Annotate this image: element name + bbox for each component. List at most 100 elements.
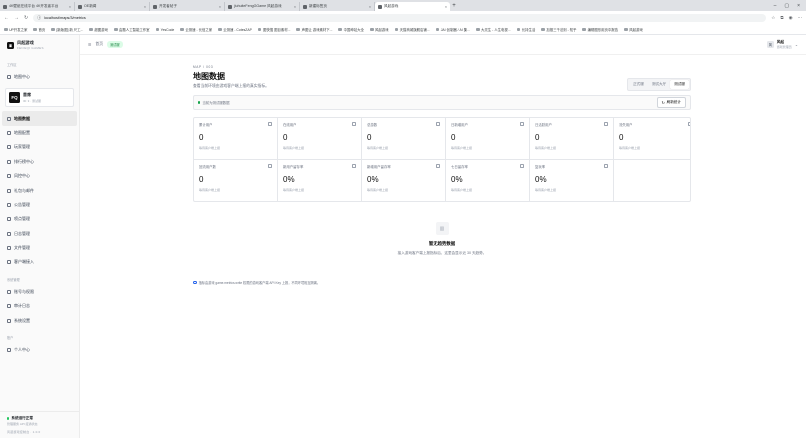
bookmark-item[interactable]: 长持生活 xyxy=(516,27,535,32)
site-info-icon[interactable]: ⓘ xyxy=(37,16,41,21)
bookmark-item[interactable]: YesCode xyxy=(155,28,174,32)
metric-label: 流失用户 xyxy=(619,123,633,127)
environment-tab[interactable]: 正式服 xyxy=(629,80,648,89)
bookmark-label: JAI 创制器 / AI 集... xyxy=(440,28,470,32)
sidebar-item[interactable]: 礼包与邮件 xyxy=(0,183,79,197)
tab-label: 4K壁纸在线平台 4K开发者平台 xyxy=(9,4,59,8)
sidebar-item[interactable]: 审计日志 xyxy=(0,299,79,313)
sidebar-item[interactable]: 地图数据 xyxy=(2,111,77,126)
bookmark-label: 风起游戏 xyxy=(629,28,643,32)
nav-icon xyxy=(7,246,11,251)
bookmark-item[interactable]: 云测速 - 长信之家 xyxy=(180,27,212,32)
bookmark-item[interactable]: 超图游戏 xyxy=(89,27,108,32)
star-icon[interactable]: ☆ xyxy=(771,15,775,21)
game-logo: FQ xyxy=(9,92,20,104)
sidebar-item[interactable]: 客户端接入 xyxy=(0,255,79,269)
bookmark-item[interactable]: 声图让 游戏素材下... xyxy=(296,27,332,32)
close-window-icon[interactable]: × xyxy=(797,3,800,9)
profile-icon[interactable]: ◉ xyxy=(789,15,793,21)
browser-toolbar-icons: ☆ ⧉ ◉ ⋯ xyxy=(771,15,802,21)
sidebar-item-map-center[interactable]: 地图中心 xyxy=(0,70,79,84)
status-dot-icon xyxy=(7,417,10,420)
reload-icon[interactable]: ↻ xyxy=(24,15,28,21)
metric-value: 0 xyxy=(199,175,204,184)
sidebar-item[interactable]: 公告管理 xyxy=(0,198,79,212)
bookmark-item[interactable]: 中国坤站大全 xyxy=(338,27,364,32)
forward-icon[interactable]: → xyxy=(14,15,19,21)
tab-favicon-icon xyxy=(303,4,307,9)
sidebar-item-label: 地图配置 xyxy=(14,129,30,135)
user-menu[interactable]: 风 风起 游戏管理员 ⌄ xyxy=(766,40,798,49)
bookmark-favicon-icon xyxy=(394,27,399,32)
sidebar-toggle-icon[interactable]: ☰ xyxy=(88,42,91,47)
close-icon[interactable]: × xyxy=(144,5,146,9)
metric-label: 累计用户 xyxy=(199,123,213,127)
browser-tab[interactable]: jiuhuiteFengGGame 风起游戏 × xyxy=(225,2,300,11)
metric-label: 七日留存率 xyxy=(451,165,468,169)
bookmark-item[interactable]: 风起游戏 xyxy=(369,27,389,32)
bookmark-item[interactable]: 天猫商城旗舰店铺... xyxy=(394,27,430,32)
refresh-stats-button[interactable]: ↻ 刷新统计 xyxy=(656,97,686,108)
sidebar-item[interactable]: 喷点管理 xyxy=(0,212,79,226)
current-game-card[interactable]: FQ 首席 ID: 3 · 测试服 xyxy=(5,88,74,108)
sidebar-item[interactable]: 账号与权限 xyxy=(0,285,79,299)
bookmarks-bar: UP开发之家 首页 [新版图] 新 尺工... 超图游戏 由题人工智能工作室 YesCod… xyxy=(0,25,806,35)
close-icon[interactable]: × xyxy=(294,5,296,9)
browser-tab[interactable]: 开发者帖子 × xyxy=(150,2,225,11)
info-icon xyxy=(193,280,197,285)
extensions-icon[interactable]: ⧉ xyxy=(780,15,783,21)
environment-tab[interactable]: 测试服 xyxy=(670,80,689,89)
nav-icon xyxy=(7,318,11,323)
status-dot-icon xyxy=(198,101,201,104)
breadcrumb-home[interactable]: 首页 xyxy=(95,42,103,47)
menu-icon[interactable]: ⋯ xyxy=(798,15,803,21)
brand[interactable]: ⧈ 风起游戏 FENGQI GAMES xyxy=(0,35,79,55)
browser-tab-active[interactable]: 风起游戏 × xyxy=(375,2,450,11)
sidebar-item[interactable]: 系统设置 xyxy=(0,313,79,327)
close-icon[interactable]: × xyxy=(369,5,371,9)
bookmark-item[interactable]: 大灵生 - 人生电视... xyxy=(475,27,511,32)
maximize-icon[interactable]: ▢ xyxy=(784,3,789,9)
metric-subtext: 等待客户端上报 xyxy=(451,188,473,192)
sidebar: ⧈ 风起游戏 FENGQI GAMES 工作区 地图中心 FQ 首席 ID: 3… xyxy=(0,35,80,438)
bookmark-item[interactable]: 云测速 - CotesZAP xyxy=(218,27,252,32)
browser-tab[interactable]: 4K壁纸在线平台 4K开发者平台 × xyxy=(0,2,75,11)
sidebar-item[interactable]: 文件管理 xyxy=(0,241,79,255)
minimize-icon[interactable]: – xyxy=(774,3,777,9)
bookmark-item[interactable]: 图快搜 图目素材... xyxy=(257,27,290,32)
close-icon[interactable]: × xyxy=(69,5,71,9)
bookmark-item[interactable]: [新版图] 新 尺工... xyxy=(51,27,83,32)
metric-icon xyxy=(436,122,440,126)
environment-tab[interactable]: 测试大厅 xyxy=(648,80,670,89)
metric-label: 日新增用户 xyxy=(451,123,468,127)
sidebar-item[interactable]: 日志管理 xyxy=(0,227,79,241)
tab-favicon-icon xyxy=(228,4,232,9)
sidebar-item[interactable]: 地图配置 xyxy=(0,126,79,140)
browser-tab[interactable]: OE新闻 × xyxy=(75,2,150,11)
metric-card-empty xyxy=(614,160,690,201)
sidebar-item[interactable]: 玩家管理 xyxy=(0,140,79,154)
address-bar: ← → ↻ ⓘ localhost/maps/3/metrics ☆ ⧉ ◉ ⋯ xyxy=(0,11,806,25)
bookmark-item[interactable]: UP开发之家 xyxy=(4,27,27,32)
bookmark-favicon-icon xyxy=(338,27,343,32)
bookmark-item[interactable]: 编辑图形用页中报告 xyxy=(582,27,618,32)
browser-tab[interactable]: 新建标签页 × xyxy=(300,2,375,11)
bookmark-item[interactable]: 首页 xyxy=(33,27,45,32)
close-icon[interactable]: × xyxy=(445,5,447,9)
sidebar-item[interactable]: 个人中心 xyxy=(0,343,79,357)
bookmark-item[interactable]: 加推三千法则 - 知乎 xyxy=(541,27,576,32)
tab-label: 开发者帖子 xyxy=(159,4,177,8)
close-icon[interactable]: × xyxy=(219,5,221,9)
bookmark-item[interactable]: JAI 创制器 / AI 集... xyxy=(435,27,470,32)
new-tab-button[interactable]: + xyxy=(450,3,458,9)
sidebar-item[interactable]: 排行榜中心 xyxy=(0,155,79,169)
tab-label: jiuhuiteFengGGame 风起游戏 xyxy=(234,4,282,8)
bookmark-item[interactable]: 由题人工智能工作室 xyxy=(113,27,150,32)
metric-value: 0% xyxy=(283,175,295,184)
metric-value: 0 xyxy=(451,133,456,142)
sidebar-item[interactable]: 风控中心 xyxy=(0,169,79,183)
back-icon[interactable]: ← xyxy=(4,15,9,21)
url-field[interactable]: ⓘ localhost/maps/3/metrics xyxy=(33,14,767,22)
bookmark-item[interactable]: 风起游戏 xyxy=(624,27,643,32)
tab-favicon-icon xyxy=(153,4,157,9)
